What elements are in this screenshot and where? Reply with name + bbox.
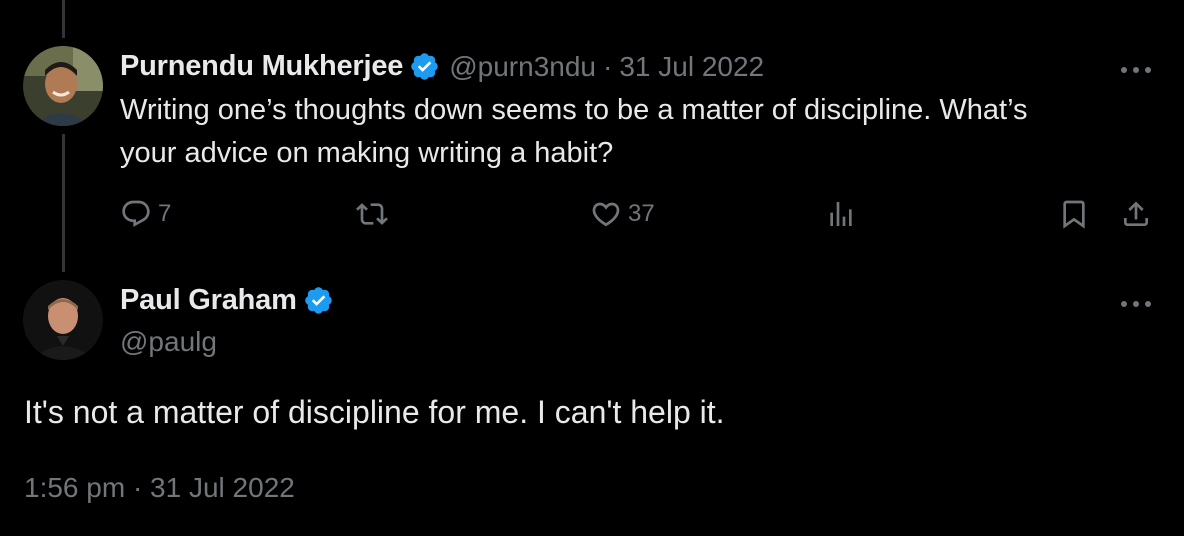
parent-tweet-text-line2: your advice on making writing a habit? <box>120 137 614 169</box>
avatar-paul-graham[interactable] <box>23 280 103 360</box>
like-icon <box>590 198 622 230</box>
parent-tweet-text: Writing one’s thoughts down seems to be … <box>120 89 1028 175</box>
views-icon <box>825 198 857 230</box>
reply-count: 7 <box>158 200 172 227</box>
retweet-icon <box>356 198 388 230</box>
verified-badge-icon[interactable] <box>409 51 440 82</box>
parent-tweet-header: Purnendu Mukherjee @purn3ndu · 31 Jul 20… <box>120 50 764 83</box>
verified-badge-icon[interactable] <box>303 285 334 316</box>
parent-tweet-text-line1: Writing one’s thoughts down seems to be … <box>120 94 1028 126</box>
more-options-icon[interactable] <box>1119 62 1153 73</box>
tweet-timestamp[interactable]: 1:56 pm · 31 Jul 2022 <box>24 472 295 504</box>
avatar-purnendu[interactable] <box>23 46 103 126</box>
tweet-date[interactable]: 31 Jul 2022 <box>619 51 764 83</box>
share-icon <box>1120 198 1152 230</box>
author-name[interactable]: Paul Graham <box>120 284 297 317</box>
bookmark-icon <box>1058 198 1090 230</box>
reply-button[interactable]: 7 <box>120 198 171 230</box>
thread-connector-top <box>62 0 65 38</box>
separator: · <box>603 50 613 82</box>
main-tweet-header: Paul Graham <box>120 284 334 317</box>
thread-connector <box>62 134 65 272</box>
like-count: 37 <box>628 200 655 227</box>
like-button[interactable]: 37 <box>590 198 655 230</box>
views-button[interactable] <box>825 198 857 230</box>
reply-icon <box>120 198 152 230</box>
author-name[interactable]: Purnendu Mukherjee <box>120 50 403 83</box>
more-options-icon[interactable] <box>1119 296 1153 307</box>
share-button[interactable] <box>1120 198 1152 230</box>
author-handle[interactable]: @purn3ndu <box>449 51 596 83</box>
retweet-button[interactable] <box>356 198 388 230</box>
bookmark-button[interactable] <box>1058 198 1090 230</box>
author-handle[interactable]: @paulg <box>120 326 217 358</box>
main-tweet-text: It's not a matter of discipline for me. … <box>24 394 725 430</box>
